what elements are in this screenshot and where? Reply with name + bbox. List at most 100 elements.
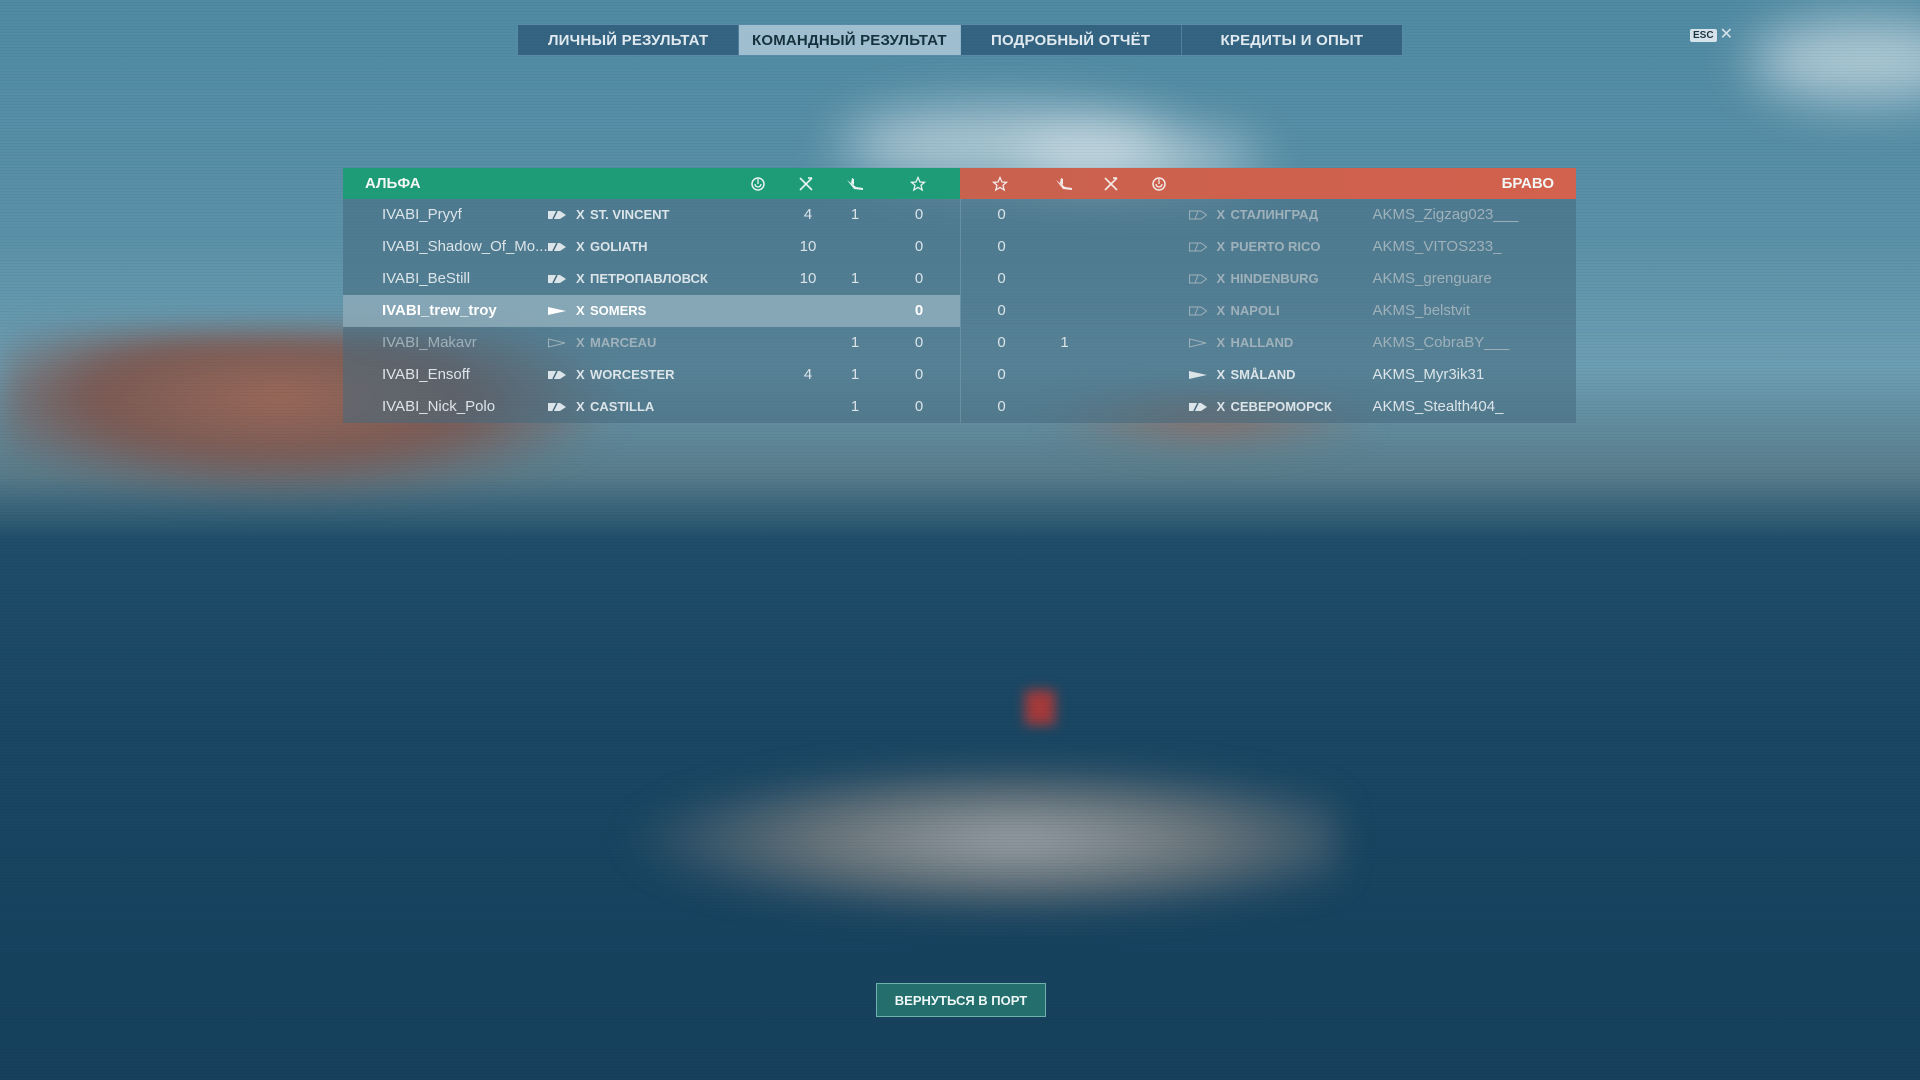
ships-destroyed-icon — [798, 176, 814, 192]
results-tabs: ЛИЧНЫЙ РЕЗУЛЬТАТ КОМАНДНЫЙ РЕЗУЛЬТАТ ПОД… — [517, 24, 1403, 56]
destroyer-class-icon — [1188, 338, 1206, 348]
star-icon — [991, 175, 1009, 192]
ship-tier: X — [1216, 399, 1226, 414]
ship-tier: X — [576, 399, 585, 414]
team-alpha-name: АЛЬФА — [365, 175, 421, 192]
cruiser-class-icon — [548, 338, 566, 348]
ship-tier: X — [1216, 239, 1226, 254]
background-scene — [0, 0, 1920, 1080]
stat-ships-destroyed — [793, 391, 823, 423]
tab-team-result[interactable]: КОМАНДНЫЙ РЕЗУЛЬТАТ — [739, 25, 961, 55]
battleship-class-icon — [548, 274, 566, 284]
stat-ships-destroyed: 4 — [803, 206, 813, 223]
stat-score: 0 — [997, 270, 1006, 287]
planes-destroyed-icon — [1055, 176, 1072, 192]
player-row[interactable]: 0 X СТАЛИНГРАД AKMS_Zigzag023___ — [961, 199, 1577, 231]
player-row[interactable]: IVABI_Ensoff X WORCESTER 4 1 0 — [343, 359, 960, 391]
stat-score: 0 — [914, 366, 924, 383]
ship-tier: X — [1216, 207, 1226, 222]
player-row[interactable]: 0 X PUERTO RICO AKMS_VITOS233_ — [961, 231, 1577, 263]
star-icon — [909, 175, 927, 192]
ship-name: PUERTO RICO — [1230, 239, 1321, 254]
player-row[interactable]: IVABI_Pryyf X ST. VINCENT 4 1 0 — [343, 199, 960, 231]
close-icon: ✕ — [1719, 26, 1733, 43]
player-name: IVABI_Nick_Polo — [382, 398, 496, 415]
player-row[interactable]: IVABI_Shadow_Of_Mo... X GOLIATH 10 0 — [343, 231, 960, 263]
player-row[interactable]: 0 X СЕВЕРОМОРСК AKMS_Stealth404_ — [961, 391, 1577, 423]
ship-name: HINDENBURG — [1230, 271, 1319, 286]
battleship-class-icon — [548, 242, 566, 252]
stat-planes-destroyed — [1050, 295, 1080, 327]
player-row[interactable]: IVABI_Nick_Polo X CASTILLA 1 0 — [343, 391, 960, 423]
player-row[interactable]: IVABI_BeStill X ПЕТРОПАВЛОВСК 10 1 0 — [343, 263, 960, 295]
tab-credits-xp[interactable]: КРЕДИТЫ И ОПЫТ — [1182, 25, 1402, 55]
cloud — [1750, 20, 1920, 100]
stat-score: 0 — [997, 398, 1006, 415]
player-name: IVABI_Shadow_Of_Mo... — [382, 238, 548, 255]
ship-name: HALLAND — [1230, 335, 1294, 350]
player-row[interactable]: 0 1 X HALLAND AKMS_CobraBY___ — [961, 327, 1577, 359]
ship-name: ST. VINCENT — [590, 207, 670, 222]
player-row-destroyed[interactable]: IVABI_Makavr X MARCEAU 1 0 — [343, 327, 960, 359]
player-row[interactable]: 0 X SMÅLAND AKMS_Myr3ik31 — [961, 359, 1577, 391]
ship-name: MARCEAU — [590, 335, 657, 350]
player-row-current[interactable]: IVABI_trew_troy X SOMERS 0 — [343, 295, 960, 327]
player-name: IVABI_trew_troy — [382, 302, 497, 319]
ship-tier: X — [1216, 303, 1226, 318]
stat-ships-destroyed: 10 — [799, 238, 817, 255]
stat-score: 0 — [997, 334, 1006, 351]
ship-flag — [1025, 690, 1055, 725]
ship-tier: X — [576, 271, 585, 286]
battleship-class-icon — [548, 402, 566, 412]
cruiser-class-icon — [1188, 210, 1207, 220]
esc-key-icon: ESC — [1690, 28, 1717, 42]
battleship-class-icon — [548, 210, 566, 220]
team-bravo-name: БРАВО — [1501, 175, 1554, 192]
battleship-class-icon — [1188, 402, 1207, 412]
stat-score: 0 — [997, 366, 1006, 383]
ship-name: СТАЛИНГРАД — [1230, 207, 1319, 222]
team-bravo-list: 0 X СТАЛИНГРАД AKMS_Zigzag023___ 0 X PUE… — [959, 199, 1577, 423]
ship-name: СЕВЕРОМОРСК — [1230, 399, 1332, 414]
cruiser-class-icon — [1188, 306, 1207, 316]
base-capture-icon — [750, 176, 766, 192]
team-alpha-header: АЛЬФА — [343, 168, 960, 199]
stat-score: 0 — [914, 398, 924, 415]
ship-silhouette — [620, 760, 1340, 920]
tab-personal-result[interactable]: ЛИЧНЫЙ РЕЗУЛЬТАТ — [518, 25, 740, 55]
player-name: AKMS_CobraBY___ — [1372, 334, 1510, 351]
ship-tier: X — [576, 335, 585, 350]
player-name: IVABI_Pryyf — [382, 206, 462, 223]
battleship-class-icon — [548, 370, 566, 380]
stat-planes-destroyed — [840, 295, 870, 327]
stat-ships-destroyed: 4 — [803, 366, 813, 383]
stat-score: 0 — [997, 206, 1006, 223]
ship-tier: X — [576, 303, 585, 318]
player-name: IVABI_Ensoff — [382, 366, 470, 383]
return-to-port-button[interactable]: ВЕРНУТЬСЯ В ПОРТ — [876, 983, 1046, 1017]
stat-planes-destroyed — [1050, 231, 1080, 263]
player-row[interactable]: 0 X HINDENBURG AKMS_grenguare — [961, 263, 1577, 295]
stat-planes-destroyed — [1050, 391, 1080, 423]
table-header: АЛЬФА БРАВО — [343, 168, 1576, 199]
ship-name: SOMERS — [590, 303, 647, 318]
stat-planes-destroyed: 1 — [850, 334, 860, 351]
ship-tier: X — [576, 207, 585, 222]
team-results-table: АЛЬФА БРАВО IVABI_Pryyf X ST. VINCENT 4 … — [343, 168, 1576, 423]
ship-tier: X — [1216, 367, 1226, 382]
close-button[interactable]: ESC ✕ — [1690, 27, 1733, 43]
stat-score: 0 — [914, 206, 924, 223]
stat-planes-destroyed — [1050, 263, 1080, 295]
ships-destroyed-icon — [1103, 176, 1119, 192]
ship-name: ПЕТРОПАВЛОВСК — [590, 271, 708, 286]
stat-planes-destroyed: 1 — [1060, 334, 1069, 351]
tab-detailed-report[interactable]: ПОДРОБНЫЙ ОТЧЁТ — [961, 25, 1182, 55]
stat-score: 0 — [997, 302, 1006, 319]
stat-planes-destroyed: 1 — [850, 206, 860, 223]
base-capture-icon — [1151, 176, 1167, 192]
ship-name: SMÅLAND — [1230, 367, 1296, 382]
stat-ships-destroyed — [793, 327, 823, 359]
player-name: AKMS_Zigzag023___ — [1372, 206, 1519, 223]
player-row[interactable]: 0 X NAPOLI AKMS_belstvit — [961, 295, 1577, 327]
stat-planes-destroyed — [1050, 359, 1080, 391]
